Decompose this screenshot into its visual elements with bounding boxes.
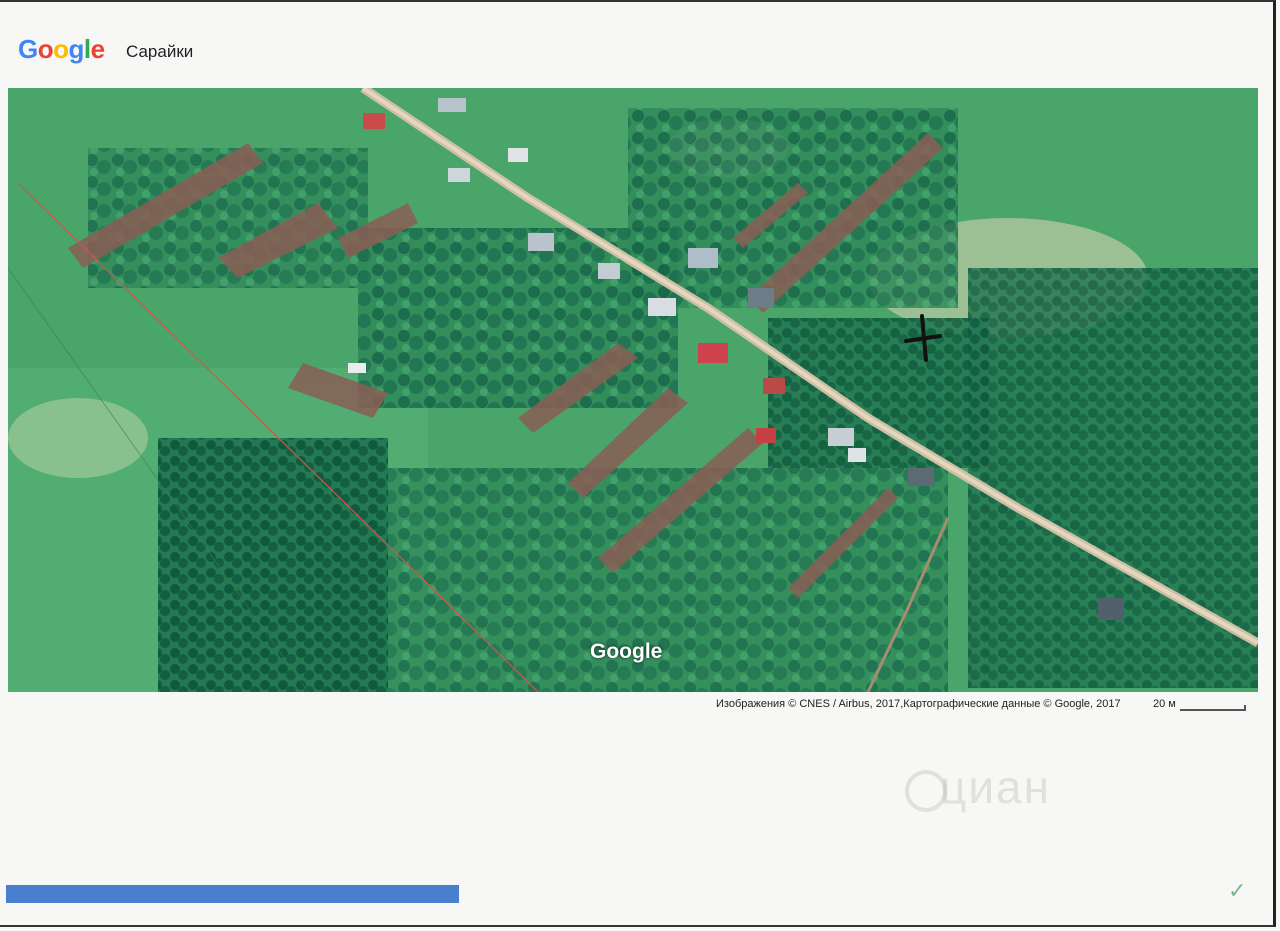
logo-letter-g: G	[18, 34, 38, 64]
map-attribution: Изображения © CNES / Airbus, 2017,Картог…	[716, 698, 1121, 710]
satellite-map[interactable]	[8, 88, 1258, 692]
header: Google Сарайки	[0, 0, 1280, 88]
place-title: Сарайки	[126, 42, 194, 61]
google-logo: Google	[18, 34, 105, 65]
listing-watermark: циан	[940, 761, 1052, 813]
satellite-imagery	[8, 88, 1258, 692]
bottom-color-bar	[6, 885, 459, 903]
logo-letter-o2: o	[53, 34, 69, 64]
scale-label: 20 м	[1153, 698, 1176, 710]
logo-letter-g2: g	[68, 34, 85, 64]
logo-letter-l: l	[83, 34, 91, 64]
corner-check-icon: ✓	[1228, 878, 1247, 903]
scale-bar	[1180, 705, 1246, 711]
logo-letter-o1: o	[37, 34, 54, 64]
map-google-watermark: Google	[590, 640, 663, 663]
logo-letter-e: e	[90, 34, 105, 64]
